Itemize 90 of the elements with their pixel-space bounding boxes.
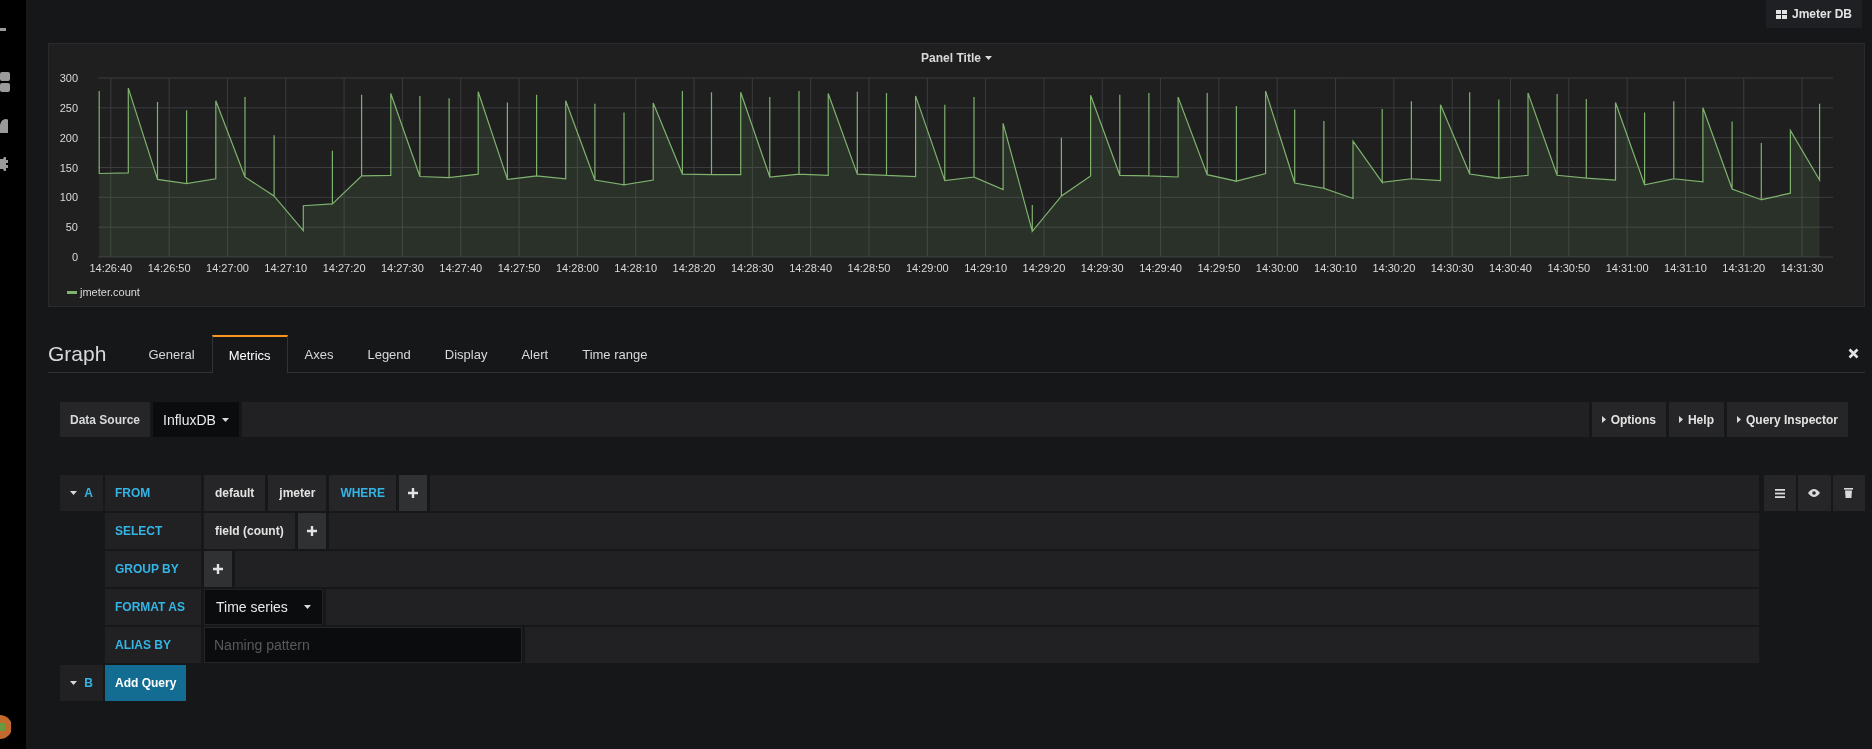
axis-tick-label: 14:27:40 bbox=[439, 262, 483, 274]
axis-tick-label: 14:31:00 bbox=[1605, 262, 1649, 274]
query-toggle[interactable]: B bbox=[60, 665, 103, 701]
trash-icon bbox=[1844, 488, 1854, 498]
squares-icon[interactable] bbox=[0, 72, 10, 92]
editor-tab[interactable]: Display bbox=[427, 335, 505, 373]
query-toggle[interactable]: A bbox=[60, 475, 103, 511]
caret-icon bbox=[1601, 416, 1606, 423]
toolbar-button[interactable]: Help bbox=[1668, 402, 1724, 437]
query-row-label: FORMAT AS bbox=[105, 589, 201, 625]
axis-tick-label: 14:27:10 bbox=[264, 262, 308, 274]
query-segment[interactable]: field (count) bbox=[204, 513, 295, 549]
add-button[interactable] bbox=[297, 513, 326, 549]
axis-tick-label: 14:30:30 bbox=[1430, 262, 1474, 274]
axis-tick-label: 14:30:10 bbox=[1314, 262, 1357, 274]
caret-icon bbox=[1678, 416, 1683, 423]
axis-tick-label: 14:29:40 bbox=[1139, 262, 1182, 274]
axis-tick-label: 14:29:10 bbox=[964, 262, 1008, 274]
axis-tick-label: 100 bbox=[59, 191, 78, 204]
axis-tick-label: 14:28:50 bbox=[847, 262, 891, 274]
axis-tick-label: 0 bbox=[71, 251, 78, 263]
axis-tick-label: 14:29:30 bbox=[1080, 262, 1124, 274]
row-menu-button[interactable] bbox=[1764, 475, 1797, 511]
axis-tick-label: 14:29:50 bbox=[1197, 262, 1241, 274]
axis-tick-label: 200 bbox=[59, 131, 78, 144]
editor-tab[interactable]: General bbox=[131, 335, 212, 373]
axis-tick-label: 14:30:00 bbox=[1255, 262, 1299, 274]
toggle-visibility-button[interactable] bbox=[1798, 475, 1831, 511]
editor-tab[interactable]: Axes bbox=[287, 335, 351, 373]
query-row-label: SELECT bbox=[105, 513, 201, 549]
axis-tick-label: 14:30:40 bbox=[1489, 262, 1532, 274]
axis-tick-label: 14:26:40 bbox=[89, 262, 133, 274]
plus-icon bbox=[408, 488, 419, 498]
legend-label[interactable]: jmeter.count bbox=[80, 286, 140, 298]
caret-icon bbox=[70, 681, 78, 685]
menu-icon bbox=[1775, 488, 1786, 498]
axis-tick-label: 14:30:50 bbox=[1547, 262, 1591, 274]
axis-tick-label: 14:28:00 bbox=[555, 262, 599, 274]
add-button[interactable] bbox=[204, 551, 232, 587]
panel-title[interactable]: Panel Title bbox=[921, 49, 992, 66]
editor-tab[interactable]: Time range bbox=[565, 335, 665, 373]
editor-tab[interactable]: Legend bbox=[350, 335, 428, 373]
axis-tick-label: 14:31:10 bbox=[1664, 262, 1707, 274]
axis-tick-label: 250 bbox=[59, 101, 78, 114]
axis-tick-label: 14:29:00 bbox=[905, 262, 949, 274]
plus-icon bbox=[306, 526, 317, 536]
caret-icon bbox=[984, 55, 992, 60]
format-dropdown[interactable]: Time series bbox=[204, 589, 323, 625]
query-segment[interactable]: default bbox=[204, 475, 266, 511]
axis-tick-label: 14:27:50 bbox=[497, 262, 541, 274]
caret-icon bbox=[1736, 416, 1741, 423]
axis-tick-label: 14:28:10 bbox=[614, 262, 658, 274]
axis-tick-label: 150 bbox=[59, 161, 78, 174]
axis-tick-label: 14:31:20 bbox=[1722, 262, 1766, 274]
axis-tick-label: 14:28:30 bbox=[730, 262, 774, 274]
alias-input-field[interactable]: Naming pattern bbox=[204, 627, 522, 663]
axis-tick-label: 14:28:40 bbox=[789, 262, 833, 274]
axis-tick-label: 50 bbox=[65, 221, 78, 234]
query-segment[interactable]: jmeter bbox=[268, 475, 327, 511]
data-source-label: Data Source bbox=[60, 402, 151, 437]
axis-tick-label: 14:31:30 bbox=[1780, 262, 1824, 274]
query-row-label: ALIAS BY bbox=[105, 627, 201, 663]
caret-icon bbox=[221, 417, 229, 422]
axis-tick-label: 14:27:30 bbox=[381, 262, 424, 274]
add-button[interactable] bbox=[399, 475, 428, 511]
toolbar-button[interactable]: Query Inspector bbox=[1726, 402, 1848, 437]
axis-tick-label: 14:27:20 bbox=[322, 262, 366, 274]
axis-tick-label: 14:28:20 bbox=[672, 262, 716, 274]
close-icon bbox=[1848, 348, 1859, 359]
caret-icon bbox=[303, 605, 311, 609]
axis-tick-label: 14:26:50 bbox=[147, 262, 191, 274]
query-row-label: FROM bbox=[105, 475, 201, 511]
dashboard-button[interactable]: Jmeter DB bbox=[1765, 0, 1862, 28]
toolbar-button[interactable]: Options bbox=[1591, 402, 1666, 437]
data-source-dropdown[interactable]: InfluxDB bbox=[153, 402, 239, 437]
query-keyword[interactable]: WHERE bbox=[329, 475, 397, 511]
eye-icon bbox=[1808, 489, 1821, 497]
editor-tab[interactable]: Alert bbox=[504, 335, 566, 373]
axis-tick-label: 300 bbox=[59, 72, 78, 84]
delete-button[interactable] bbox=[1832, 475, 1865, 511]
plus-icon bbox=[213, 564, 223, 574]
axis-tick-label: 14:29:20 bbox=[1022, 262, 1066, 274]
editor-title: Graph bbox=[48, 340, 107, 367]
grid-icon bbox=[1775, 9, 1787, 19]
axis-tick-label: 14:27:00 bbox=[206, 262, 249, 274]
axis-tick-label: 14:30:20 bbox=[1372, 262, 1416, 274]
query-row-label: GROUP BY bbox=[105, 551, 201, 587]
add-query-button[interactable]: Add Query bbox=[105, 665, 187, 701]
editor-tab[interactable]: Metrics bbox=[211, 335, 288, 373]
caret-icon bbox=[70, 491, 78, 495]
